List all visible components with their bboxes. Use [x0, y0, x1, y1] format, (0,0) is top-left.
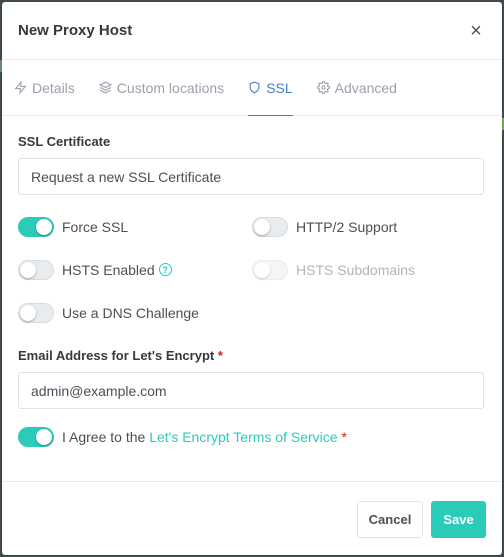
dns-challenge-label: Use a DNS Challenge	[62, 304, 199, 321]
force-ssl-label: Force SSL	[62, 218, 129, 235]
tab-label: Advanced	[334, 79, 397, 96]
tab-bar: Details Custom locations SSL Advanced	[2, 60, 502, 116]
proxy-host-modal: New Proxy Host × Details Custom location…	[2, 2, 502, 555]
agree-row: I Agree to the Let's Encrypt Terms of Se…	[18, 415, 486, 458]
hsts-toggle[interactable]	[18, 259, 54, 280]
modal-header: New Proxy Host ×	[2, 2, 502, 60]
email-label: Email Address for Let's Encrypt *	[18, 348, 486, 363]
modal-footer: Cancel Save	[2, 482, 502, 555]
ssl-certificate-select[interactable]: Request a new SSL Certificate	[18, 158, 484, 195]
http2-toggle[interactable]	[252, 216, 288, 237]
hsts-subdomains-label: HSTS Subdomains	[296, 261, 416, 278]
hsts-label: HSTS Enabled	[62, 261, 155, 278]
toggle-row: HSTS Enabled ? HSTS Subdomains	[18, 248, 486, 291]
tab-custom-locations[interactable]: Custom locations	[98, 60, 225, 116]
email-label-text: Email Address for Let's Encrypt	[18, 348, 215, 363]
hsts-subdomains-toggle[interactable]	[252, 259, 288, 280]
modal-title: New Proxy Host	[18, 22, 133, 39]
layers-icon	[98, 81, 112, 94]
http2-label: HTTP/2 Support	[296, 218, 398, 235]
tab-label: Details	[32, 79, 75, 96]
required-mark: *	[341, 428, 347, 445]
force-ssl-toggle[interactable]	[18, 216, 54, 237]
shield-icon	[249, 81, 260, 94]
tab-label: Custom locations	[116, 79, 225, 96]
toggle-row: Use a DNS Challenge	[18, 291, 486, 334]
required-mark: *	[217, 348, 223, 363]
dns-challenge-toggle[interactable]	[18, 302, 54, 323]
tab-details[interactable]: Details	[14, 60, 75, 116]
cancel-button[interactable]: Cancel	[357, 501, 423, 538]
help-icon[interactable]: ?	[158, 263, 172, 276]
terms-link[interactable]: Let's Encrypt Terms of Service	[149, 429, 337, 445]
email-field[interactable]: admin@example.com	[18, 372, 484, 409]
gear-icon	[316, 81, 330, 94]
save-button[interactable]: Save	[431, 501, 486, 538]
close-icon[interactable]: ×	[466, 21, 486, 41]
tab-ssl[interactable]: SSL	[248, 60, 293, 116]
ssl-form: SSL Certificate Request a new SSL Certif…	[2, 116, 502, 482]
tab-advanced[interactable]: Advanced	[316, 60, 397, 116]
ssl-certificate-label: SSL Certificate	[18, 134, 111, 149]
agree-label: I Agree to the Let's Encrypt Terms of Se…	[62, 429, 347, 445]
agree-prefix: I Agree to the	[62, 428, 146, 445]
agree-toggle[interactable]	[18, 426, 54, 447]
lightning-icon	[14, 81, 27, 94]
tab-label: SSL	[266, 79, 293, 96]
toggle-row: Force SSL HTTP/2 Support	[18, 205, 486, 248]
